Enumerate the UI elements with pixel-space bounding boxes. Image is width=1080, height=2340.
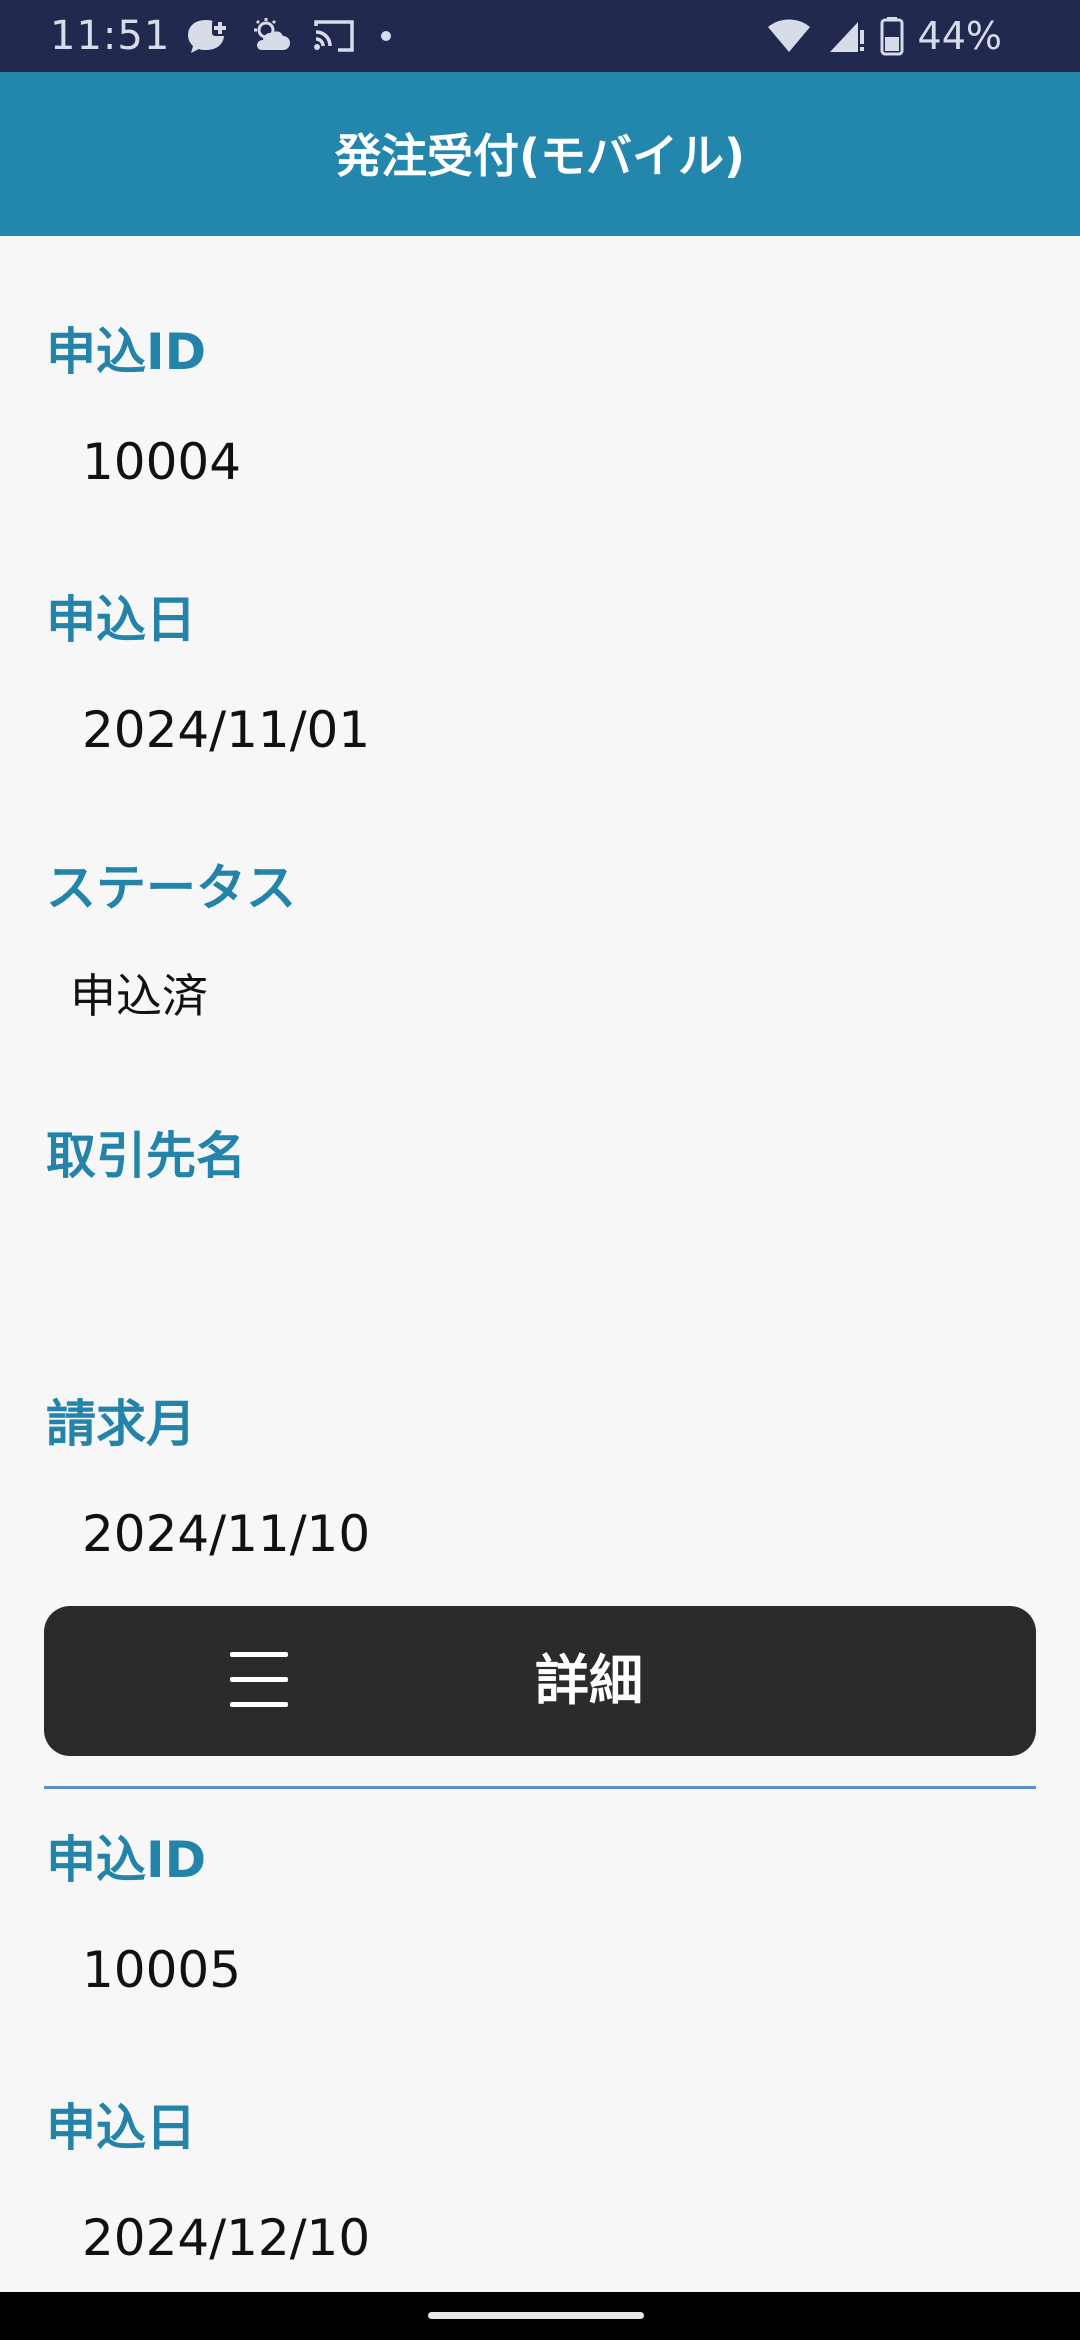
status-bar: 11:51 44% xyxy=(0,0,1080,72)
application-date-value: 2024/12/10 xyxy=(82,2209,371,2267)
battery-icon xyxy=(880,17,904,56)
system-icons: 44% xyxy=(766,12,1002,60)
app-header: 発注受付(モバイル) xyxy=(0,72,1080,236)
billing-month-value: 2024/11/10 xyxy=(82,1505,371,1563)
navigation-bar xyxy=(0,2292,1080,2340)
detail-button[interactable]: 詳細 xyxy=(44,1606,1080,1756)
notification-icons xyxy=(184,12,396,60)
page-title: 発注受付(モバイル) xyxy=(334,129,746,183)
application-date-label: 申込日 xyxy=(46,591,196,649)
application-id-label: 申込ID xyxy=(46,323,207,381)
wifi-icon xyxy=(767,19,810,52)
weather-icon xyxy=(254,18,290,50)
detail-action-bar[interactable]: 詳細 xyxy=(44,1606,1036,1756)
status-value: 申込済 xyxy=(70,969,208,1023)
application-date-label: 申込日 xyxy=(46,2099,196,2157)
home-indicator[interactable] xyxy=(428,2312,644,2319)
messenger-icon xyxy=(188,20,228,53)
battery-percentage: 44% xyxy=(917,14,1002,58)
record-list[interactable]: 申込ID 10004 申込日 2024/11/01 ステータス 申込済 取引先名… xyxy=(0,236,1080,2292)
client-name-label: 取引先名 xyxy=(46,1127,246,1185)
cast-icon xyxy=(314,20,354,52)
application-id-label: 申込ID xyxy=(46,1831,207,1889)
billing-month-label: 請求月 xyxy=(46,1395,196,1453)
signal-icon xyxy=(829,22,864,52)
dot-icon xyxy=(381,31,391,41)
application-id-value: 10005 xyxy=(82,1941,242,1999)
application-id-value: 10004 xyxy=(82,433,242,491)
status-label: ステータス xyxy=(46,859,296,917)
status-time: 11:51 xyxy=(50,13,171,59)
application-date-value: 2024/11/01 xyxy=(82,701,371,759)
record-divider xyxy=(44,1786,1036,1789)
